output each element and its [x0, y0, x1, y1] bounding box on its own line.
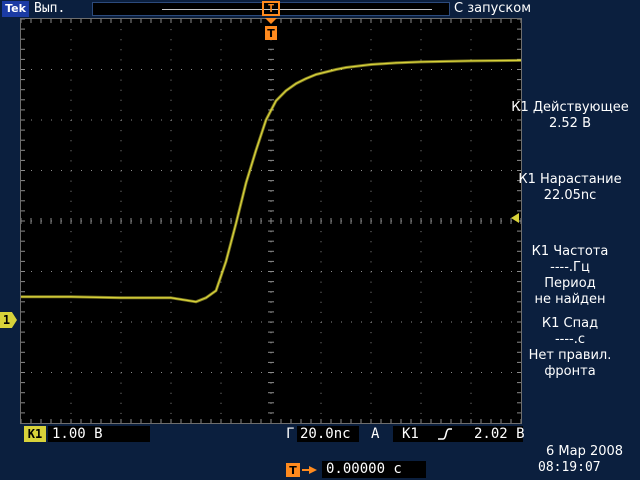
waveform-point — [70, 296, 72, 298]
waveform-point — [325, 71, 327, 73]
waveform-point — [245, 182, 247, 184]
measurement-rise-time: К1 Нарастание 22.05nc — [500, 172, 640, 204]
channel-1-marker[interactable]: 1 — [0, 312, 17, 328]
measurement-frequency: К1 Частота ----.Гц Период не найден — [500, 244, 640, 308]
trigger-point-icon: T — [265, 18, 277, 40]
timebase-label: Г — [286, 426, 295, 442]
channel-1-badge[interactable]: К1 — [24, 426, 46, 442]
waveform-point — [420, 61, 422, 63]
measurement-title: К1 Частота — [531, 244, 609, 259]
measurement-value: 2.52 В — [549, 116, 591, 131]
waveform-point — [235, 222, 237, 225]
bottom-status-bar: К1 1.00 В Г 20.0nc A К1 2.02 В T 0.00000… — [0, 424, 640, 480]
measurement-title: К1 Спад — [541, 316, 599, 331]
measurement-note: Период — [544, 276, 596, 291]
timebase-value[interactable]: 20.0nc — [300, 424, 351, 444]
waveform-point — [285, 90, 287, 92]
waveform-point — [315, 73, 317, 76]
trigger-mode[interactable]: С запуском — [454, 0, 531, 18]
waveform-point — [305, 78, 307, 80]
measurement-note: Нет правил. — [528, 348, 612, 363]
graticule — [20, 18, 522, 424]
waveform-point — [395, 62, 397, 64]
waveform-point — [205, 297, 207, 299]
measurement-value: ----.Гц — [550, 260, 590, 275]
measurement-value: ----.с — [554, 332, 586, 347]
waveform-plot — [21, 19, 521, 423]
delay-trigger-label: T — [289, 464, 297, 477]
measurement-title: К1 Действующее — [511, 100, 629, 115]
rising-slope-icon — [438, 428, 452, 440]
measurement-note: не найден — [534, 292, 606, 307]
measurement-rms: К1 Действующее 2.52 В — [500, 100, 640, 132]
delay-icon: T — [286, 463, 317, 477]
trigger-source: К1 — [402, 426, 419, 442]
waveform-point — [170, 297, 172, 299]
measurement-title: К1 Нарастание — [518, 172, 622, 187]
measurement-value: 22.05nc — [543, 188, 597, 203]
trigger-level[interactable]: 2.02 В — [474, 424, 525, 444]
waveform-point — [335, 68, 337, 71]
waveform-point — [275, 100, 277, 102]
horizontal-delay[interactable]: 0.00000 с — [326, 460, 402, 479]
top-status-bar: Tek Вып. T С запуском — [0, 0, 640, 18]
waveform-point — [215, 290, 217, 292]
waveform-point — [265, 119, 267, 121]
brand-logo: Tek — [2, 1, 29, 17]
waveform-point — [225, 260, 227, 262]
waveform-point — [120, 297, 122, 299]
run-status[interactable]: Вып. — [34, 0, 65, 18]
channel-scale: 1.00 В — [52, 426, 103, 442]
waveform-point — [470, 60, 472, 62]
trigger-point-label: T — [267, 27, 275, 40]
time: 08:19:07 — [538, 460, 601, 475]
waveform-point — [255, 149, 257, 151]
record-line — [162, 9, 432, 10]
trigger-position-icon: T — [262, 1, 280, 16]
waveform-point — [295, 83, 297, 85]
waveform-point — [195, 301, 197, 303]
trigger-type: A — [371, 426, 380, 442]
date: 6 Мар 2008 — [546, 444, 624, 459]
measurement-note: фронта — [544, 364, 596, 379]
waveform-point — [370, 63, 372, 66]
waveform-point — [345, 66, 347, 69]
measurement-fall-time: К1 Спад ----.с Нет правил. фронта — [500, 316, 640, 380]
